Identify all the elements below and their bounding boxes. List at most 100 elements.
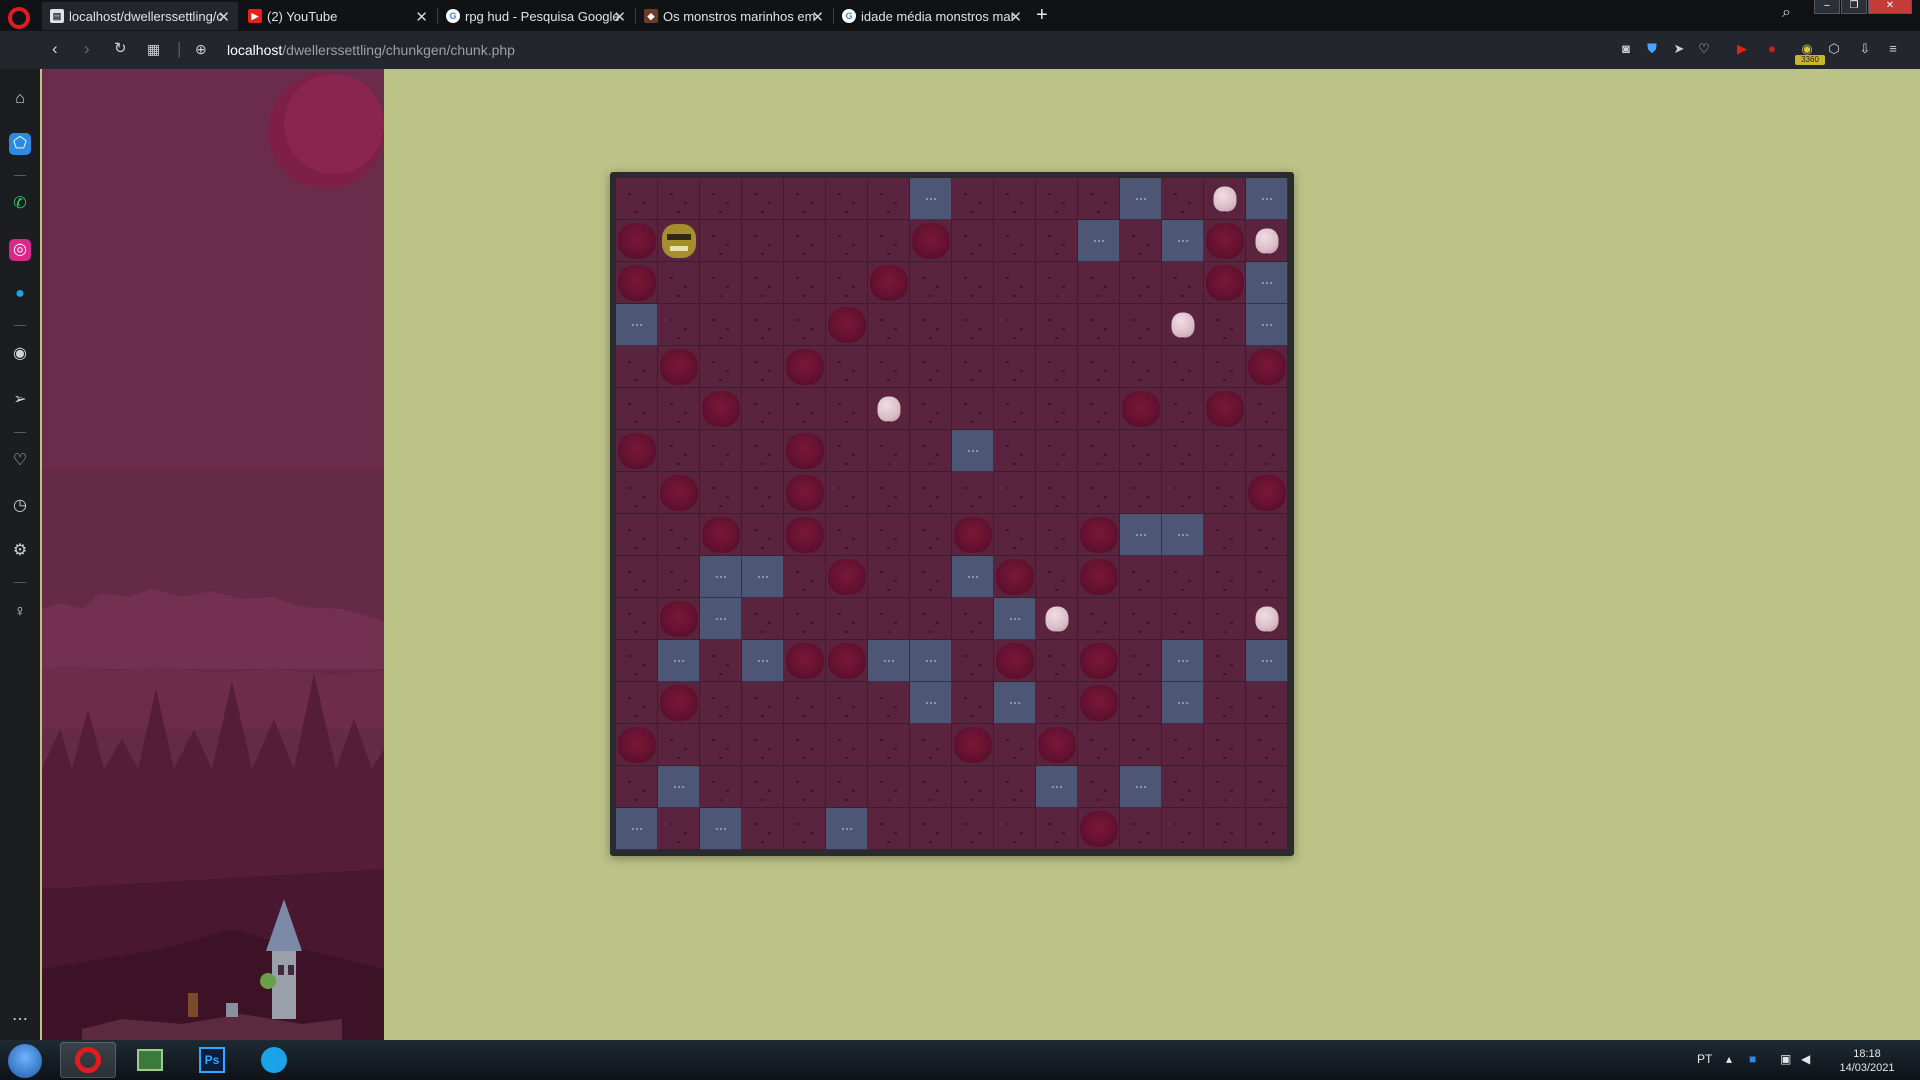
water-tile[interactable] xyxy=(952,556,994,598)
water-tile[interactable] xyxy=(742,640,784,682)
floor-tile[interactable] xyxy=(952,808,994,850)
floor-tile[interactable] xyxy=(952,262,994,304)
address-bar[interactable]: localhost/dwellerssettling/chunkgen/chun… xyxy=(227,42,515,58)
water-tile[interactable] xyxy=(742,556,784,598)
floor-tile[interactable] xyxy=(742,262,784,304)
floor-tile[interactable] xyxy=(1078,430,1120,472)
floor-tile[interactable] xyxy=(1246,346,1288,388)
floor-tile[interactable] xyxy=(1036,640,1078,682)
floor-tile[interactable] xyxy=(868,766,910,808)
floor-tile[interactable] xyxy=(784,178,826,220)
taskbar-opera[interactable] xyxy=(60,1042,116,1078)
floor-tile[interactable] xyxy=(952,682,994,724)
floor-tile[interactable] xyxy=(994,472,1036,514)
floor-tile[interactable] xyxy=(952,640,994,682)
reload-icon[interactable]: ↻ xyxy=(114,40,127,58)
water-tile[interactable] xyxy=(1120,766,1162,808)
home-icon[interactable]: ⌂ xyxy=(9,88,31,110)
water-tile[interactable] xyxy=(1036,766,1078,808)
floor-tile[interactable] xyxy=(700,766,742,808)
floor-tile[interactable] xyxy=(700,304,742,346)
floor-tile[interactable] xyxy=(994,724,1036,766)
floor-tile[interactable] xyxy=(658,178,700,220)
floor-tile[interactable] xyxy=(784,472,826,514)
water-tile[interactable] xyxy=(658,640,700,682)
water-tile[interactable] xyxy=(1120,178,1162,220)
floor-tile[interactable] xyxy=(1162,388,1204,430)
heart-icon[interactable]: ♡ xyxy=(9,450,31,472)
water-tile[interactable] xyxy=(616,304,658,346)
water-tile[interactable] xyxy=(910,682,952,724)
floor-tile[interactable] xyxy=(742,178,784,220)
floor-tile[interactable] xyxy=(994,808,1036,850)
floor-tile[interactable] xyxy=(1204,556,1246,598)
floor-tile[interactable] xyxy=(1162,724,1204,766)
floor-tile[interactable] xyxy=(1204,808,1246,850)
floor-tile[interactable] xyxy=(868,808,910,850)
floor-tile[interactable] xyxy=(700,220,742,262)
floor-tile[interactable] xyxy=(700,682,742,724)
floor-tile[interactable] xyxy=(1120,388,1162,430)
floor-tile[interactable] xyxy=(994,178,1036,220)
floor-tile[interactable] xyxy=(784,346,826,388)
floor-tile[interactable] xyxy=(1078,808,1120,850)
volume-icon[interactable]: ◀ xyxy=(1801,1052,1810,1066)
floor-tile[interactable] xyxy=(1204,430,1246,472)
close-window-icon[interactable]: ✕ xyxy=(1868,0,1912,14)
floor-tile[interactable] xyxy=(1246,220,1288,262)
floor-tile[interactable] xyxy=(658,682,700,724)
water-tile[interactable] xyxy=(910,640,952,682)
floor-tile[interactable] xyxy=(910,220,952,262)
floor-tile[interactable] xyxy=(1204,346,1246,388)
floor-tile[interactable] xyxy=(616,388,658,430)
floor-tile[interactable] xyxy=(1204,598,1246,640)
floor-tile[interactable] xyxy=(826,388,868,430)
floor-tile[interactable] xyxy=(742,514,784,556)
floor-tile[interactable] xyxy=(742,220,784,262)
floor-tile[interactable] xyxy=(616,430,658,472)
taskbar-photoshop[interactable]: Ps xyxy=(184,1042,240,1078)
tray-app-icon[interactable]: ■ xyxy=(1749,1052,1756,1066)
floor-tile[interactable] xyxy=(1078,262,1120,304)
floor-tile[interactable] xyxy=(784,262,826,304)
floor-tile[interactable] xyxy=(1120,262,1162,304)
floor-tile[interactable] xyxy=(1036,430,1078,472)
floor-tile[interactable] xyxy=(1078,682,1120,724)
floor-tile[interactable] xyxy=(994,766,1036,808)
floor-tile[interactable] xyxy=(784,640,826,682)
floor-tile[interactable] xyxy=(700,640,742,682)
floor-tile[interactable] xyxy=(1078,472,1120,514)
floor-tile[interactable] xyxy=(700,514,742,556)
player-icon[interactable]: ◉ xyxy=(9,343,31,365)
floor-tile[interactable] xyxy=(868,514,910,556)
water-tile[interactable] xyxy=(1246,178,1288,220)
floor-tile[interactable] xyxy=(826,514,868,556)
floor-tile[interactable] xyxy=(1036,514,1078,556)
floor-tile[interactable] xyxy=(1036,346,1078,388)
history-icon[interactable]: ◷ xyxy=(9,495,31,517)
floor-tile[interactable] xyxy=(826,262,868,304)
floor-tile[interactable] xyxy=(616,346,658,388)
floor-tile[interactable] xyxy=(784,220,826,262)
floor-tile[interactable] xyxy=(1078,598,1120,640)
floor-tile[interactable] xyxy=(1120,430,1162,472)
send-icon[interactable]: ➤ xyxy=(1671,41,1687,57)
youtube-ext-icon[interactable]: ▶ xyxy=(1734,41,1750,57)
floor-tile[interactable] xyxy=(616,262,658,304)
chunk-grid[interactable] xyxy=(616,178,1288,850)
floor-tile[interactable] xyxy=(1204,262,1246,304)
close-tab-icon[interactable]: ✕ xyxy=(613,8,626,26)
floor-tile[interactable] xyxy=(868,346,910,388)
floor-tile[interactable] xyxy=(1120,556,1162,598)
floor-tile[interactable] xyxy=(742,472,784,514)
close-tab-icon[interactable]: ✕ xyxy=(811,8,824,26)
floor-tile[interactable] xyxy=(742,808,784,850)
twitter-icon[interactable]: ● xyxy=(9,283,31,305)
water-tile[interactable] xyxy=(952,430,994,472)
tab-idade-media[interactable]: G idade média monstros mar ✕ xyxy=(834,2,1030,30)
floor-tile[interactable] xyxy=(868,388,910,430)
floor-tile[interactable] xyxy=(616,766,658,808)
more-icon[interactable]: ⋯ xyxy=(9,1009,31,1031)
floor-tile[interactable] xyxy=(658,346,700,388)
floor-tile[interactable] xyxy=(700,724,742,766)
